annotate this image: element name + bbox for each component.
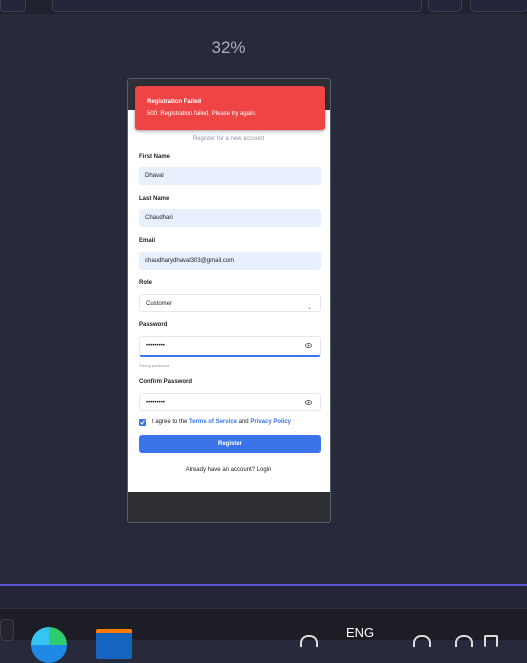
app-icon[interactable] xyxy=(96,629,132,659)
email-label: Email xyxy=(139,238,156,244)
toolbar-button[interactable] xyxy=(428,0,462,12)
wifi-icon[interactable] xyxy=(413,635,431,647)
taskbar: ENG xyxy=(0,608,527,663)
agree-checkbox[interactable] xyxy=(139,419,146,426)
email-input[interactable]: chaudharydhaval303@gmail.com xyxy=(139,252,321,270)
register-button[interactable]: Register xyxy=(139,435,321,453)
edge-browser-icon[interactable] xyxy=(31,627,67,663)
password-label: Password xyxy=(139,322,168,328)
role-label: Role xyxy=(139,280,153,286)
first-name-label: First Name xyxy=(139,154,171,160)
agree-prefix: I agree to the xyxy=(152,419,188,425)
form-subtitle: Register for a new account xyxy=(192,136,265,142)
last-name-input[interactable]: Chaudhari xyxy=(139,209,321,227)
toast-message: 500: Registration failed. Please try aga… xyxy=(147,111,257,117)
frame-footer xyxy=(128,492,330,522)
toolbar-button[interactable] xyxy=(470,0,527,12)
error-toast[interactable]: Registration Failed 500: Registration fa… xyxy=(135,86,325,130)
first-name-input[interactable]: Dhaval xyxy=(139,167,321,185)
confirm-password-value: ••••••••• xyxy=(146,400,165,406)
top-toolbar xyxy=(0,0,527,14)
bottom-panel xyxy=(0,586,527,608)
check-icon xyxy=(140,420,145,425)
toast-title: Registration Failed xyxy=(147,99,202,105)
chevron-down-icon: ⌄ xyxy=(306,305,312,311)
chevron-up-icon[interactable] xyxy=(300,635,318,647)
battery-icon[interactable] xyxy=(484,635,498,647)
language-indicator[interactable]: ENG xyxy=(346,625,374,640)
volume-icon[interactable] xyxy=(455,635,473,647)
agree-text: I agree to the Terms of Service and Priv… xyxy=(152,419,291,425)
confirm-password-label: Confirm Password xyxy=(139,379,193,385)
zoom-level: 32% xyxy=(211,38,246,57)
password-value: ••••••••• xyxy=(146,343,165,349)
role-value: Customer xyxy=(146,301,173,307)
confirm-password-input[interactable]: ••••••••• xyxy=(139,393,321,411)
password-input[interactable]: ••••••••• xyxy=(139,336,321,357)
taskbar-button[interactable] xyxy=(0,619,14,641)
address-field[interactable] xyxy=(52,0,422,12)
password-strength-hint: Strong password xyxy=(139,363,170,368)
toolbar-button[interactable] xyxy=(0,0,26,12)
eye-icon[interactable] xyxy=(305,400,312,405)
privacy-link[interactable]: Privacy Policy xyxy=(250,419,291,425)
login-prompt[interactable]: Already have an account? Login xyxy=(0,467,457,473)
eye-icon[interactable] xyxy=(305,343,312,348)
agree-and: and xyxy=(238,419,249,425)
terms-link[interactable]: Terms of Service xyxy=(189,419,237,425)
role-select[interactable]: Customer ⌄ xyxy=(139,294,321,312)
last-name-label: Last Name xyxy=(139,196,170,202)
